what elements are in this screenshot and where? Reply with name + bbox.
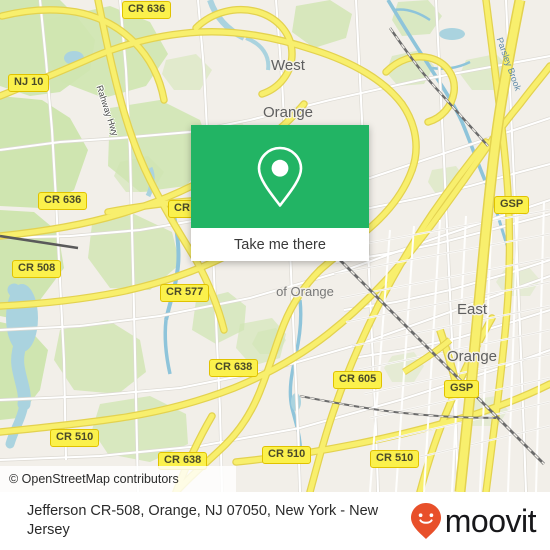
route-shield-cr510-e: CR 510	[370, 450, 420, 468]
route-shield-cr508: CR 508	[12, 260, 62, 278]
take-me-there-button[interactable]: Take me there	[191, 228, 369, 261]
map-pin-icon	[257, 146, 303, 207]
moovit-wordmark: moovit	[444, 503, 537, 539]
route-shield-cr638-n: CR 638	[209, 359, 259, 377]
route-shield-nj10: NJ 10	[8, 74, 50, 92]
map-screenshot: West Orange of Orange East Orange Rahway…	[0, 0, 550, 550]
route-shield-cr605: CR 605	[333, 371, 383, 389]
route-shield-cr636-w: CR 636	[38, 192, 88, 210]
route-shield-cr636-n: CR 636	[122, 1, 172, 19]
osm-attribution-text: © OpenStreetMap contributors	[9, 472, 179, 486]
map-canvas[interactable]: West Orange of Orange East Orange Rahway…	[0, 0, 550, 492]
footer-bar: Jefferson CR-508, Orange, NJ 07050, New …	[0, 492, 550, 550]
osm-attribution[interactable]: © OpenStreetMap contributors	[0, 466, 236, 492]
take-me-there-label: Take me there	[234, 236, 326, 253]
moovit-brand[interactable]: moovit	[409, 501, 537, 541]
poi-popup-card[interactable]: Take me there	[191, 125, 369, 261]
poi-card-image	[191, 125, 369, 228]
route-shield-gsp-n: GSP	[494, 196, 530, 214]
location-title: Jefferson CR-508, Orange, NJ 07050, New …	[27, 503, 379, 538]
moovit-smiley-pin-icon	[410, 503, 441, 539]
route-shield-cr577: CR 577	[160, 284, 210, 302]
route-shield-cr510-c: CR 510	[262, 446, 312, 464]
route-shield-gsp-s: GSP	[444, 380, 480, 398]
route-shield-cr510-w: CR 510	[50, 429, 100, 447]
